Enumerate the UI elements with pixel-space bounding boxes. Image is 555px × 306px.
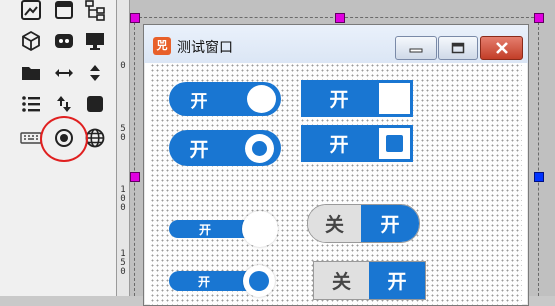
toggle-off-label: 关 bbox=[314, 262, 369, 299]
window-client-area: 开 开 开 开 开 关 开 开 关 开 bbox=[150, 63, 522, 305]
window-title: 测试窗口 bbox=[177, 40, 233, 56]
ruler-label-50: 5 0 bbox=[120, 124, 126, 143]
toggle-on-label: 开 bbox=[329, 89, 349, 111]
toggle-on-label: 开 bbox=[189, 138, 209, 161]
minimize-icon bbox=[409, 48, 423, 53]
toggle-knob-center bbox=[252, 141, 267, 156]
toggle-5-knob[interactable] bbox=[242, 211, 278, 247]
toggle-knob bbox=[379, 83, 410, 114]
square-icon[interactable] bbox=[82, 91, 108, 117]
folder-icon[interactable] bbox=[18, 60, 44, 86]
resize-handle-middle-left[interactable] bbox=[130, 172, 140, 182]
toggle-switch-1[interactable]: 开 bbox=[169, 82, 281, 116]
gamepad-icon[interactable] bbox=[51, 28, 77, 54]
toggle-on-label: 开 bbox=[369, 262, 425, 299]
horizontal-arrows-icon[interactable] bbox=[51, 60, 77, 86]
tree-icon[interactable] bbox=[82, 0, 108, 23]
toggle-knob-center bbox=[386, 135, 403, 152]
toggle-switch-6[interactable]: 关 开 bbox=[307, 204, 420, 243]
resize-handle-top-center[interactable] bbox=[335, 13, 345, 23]
monitor-icon[interactable] bbox=[82, 28, 108, 54]
resize-handle-top-left[interactable] bbox=[130, 13, 140, 23]
toggle-switch-4[interactable]: 开 bbox=[301, 125, 413, 162]
toggle-off-label: 关 bbox=[308, 205, 361, 242]
designed-window[interactable]: 兕 测试窗口 开 开 开 开 开 关 开 开 关 开 bbox=[143, 24, 529, 306]
toggle-on-label: 开 bbox=[361, 205, 419, 242]
toggle-switch-3[interactable]: 开 bbox=[169, 130, 281, 166]
vertical-ruler: 0 5 0 1 0 0 1 5 0 bbox=[117, 0, 130, 296]
toggle-on-label: 开 bbox=[197, 274, 210, 289]
selection-outline-right bbox=[538, 17, 539, 296]
window-titlebar[interactable]: 兕 测试窗口 bbox=[144, 25, 528, 63]
app-logo-icon: 兕 bbox=[153, 37, 171, 55]
list-icon[interactable] bbox=[18, 91, 44, 117]
resize-handle-middle-right[interactable] bbox=[534, 172, 544, 182]
close-icon bbox=[495, 42, 508, 54]
ruler-label-150: 1 5 0 bbox=[120, 249, 126, 277]
component-palette bbox=[0, 0, 117, 296]
window-icon[interactable] bbox=[51, 0, 77, 23]
toggle-on-label: 开 bbox=[329, 134, 349, 156]
vertical-arrows-icon[interactable] bbox=[82, 60, 108, 86]
toggle-7-knob-center bbox=[249, 271, 269, 291]
toggle-knob bbox=[247, 85, 276, 113]
maximize-button[interactable] bbox=[438, 36, 478, 60]
ruler-label-100: 1 0 0 bbox=[120, 185, 126, 213]
toggle-switch-2[interactable]: 开 bbox=[301, 80, 413, 117]
selection-outline-left bbox=[134, 17, 135, 296]
close-button[interactable] bbox=[480, 36, 523, 60]
minimize-button[interactable] bbox=[395, 36, 437, 60]
swap-arrows-icon[interactable] bbox=[51, 91, 77, 117]
resize-handle-top-right[interactable] bbox=[534, 13, 544, 23]
toggle-on-label: 开 bbox=[190, 91, 208, 112]
ruler-label-0: 0 bbox=[120, 61, 126, 71]
toggle-switch-8[interactable]: 关 开 bbox=[313, 261, 426, 300]
selection-highlight-ring bbox=[40, 116, 88, 162]
image-icon[interactable] bbox=[18, 0, 44, 23]
cube-icon[interactable] bbox=[18, 28, 44, 54]
toggle-on-label: 开 bbox=[198, 222, 211, 237]
maximize-icon bbox=[451, 42, 465, 54]
